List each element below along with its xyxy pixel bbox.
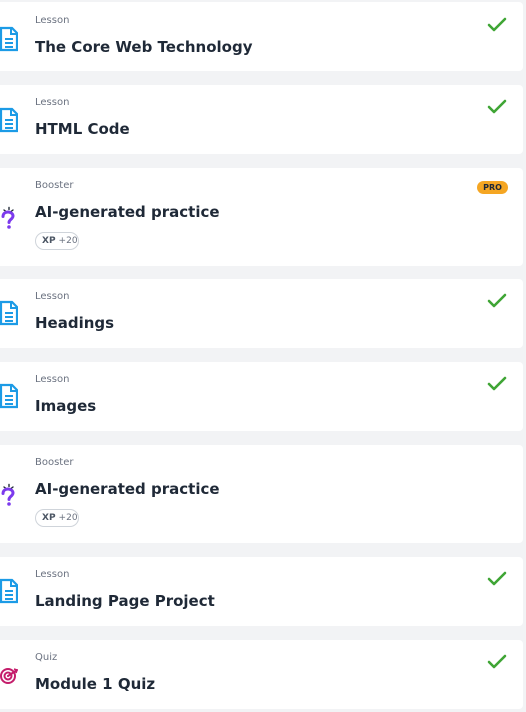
item-title: The Core Web Technology xyxy=(35,38,253,56)
xp-label: XP xyxy=(42,513,56,523)
item-title: AI-generated practice xyxy=(35,480,220,498)
course-module-list: Lesson The Core Web Technology Lesson HT… xyxy=(0,0,526,712)
completed-check-icon xyxy=(487,99,507,115)
list-item-booster[interactable]: Booster AI-generated practice XP +20 xyxy=(0,445,523,543)
lesson-doc-icon xyxy=(0,300,18,326)
item-type-label: Lesson xyxy=(35,97,70,108)
completed-check-icon xyxy=(487,376,507,392)
xp-value: +20 xyxy=(58,513,78,523)
item-title: HTML Code xyxy=(35,120,130,138)
list-item-lesson[interactable]: Lesson Headings xyxy=(0,279,523,348)
completed-check-icon xyxy=(487,17,507,33)
list-item-lesson[interactable]: Lesson Landing Page Project xyxy=(0,557,523,626)
completed-check-icon xyxy=(487,571,507,587)
pro-badge: PRO xyxy=(477,181,508,194)
item-type-label: Quiz xyxy=(35,652,58,663)
item-title: Landing Page Project xyxy=(35,592,215,610)
question-mark-icon xyxy=(0,204,18,230)
target-icon xyxy=(0,664,20,686)
list-item-lesson[interactable]: Lesson The Core Web Technology xyxy=(0,2,523,71)
item-title: Headings xyxy=(35,314,115,332)
item-type-label: Booster xyxy=(35,180,74,191)
xp-reward-pill: XP +20 xyxy=(35,509,79,527)
list-item-booster[interactable]: Booster AI-generated practice PRO XP +20 xyxy=(0,168,523,266)
item-type-label: Lesson xyxy=(35,374,70,385)
item-title: Module 1 Quiz xyxy=(35,675,156,693)
item-type-label: Lesson xyxy=(35,569,70,580)
list-item-lesson[interactable]: Lesson HTML Code xyxy=(0,85,523,154)
xp-label: XP xyxy=(42,236,56,246)
lesson-doc-icon xyxy=(0,26,18,52)
completed-check-icon xyxy=(487,293,507,309)
item-title: AI-generated practice xyxy=(35,203,220,221)
lesson-doc-icon xyxy=(0,107,18,133)
item-type-label: Lesson xyxy=(35,15,70,26)
item-title: Images xyxy=(35,397,97,415)
list-item-lesson[interactable]: Lesson Images xyxy=(0,362,523,431)
item-type-label: Lesson xyxy=(35,291,70,302)
lesson-doc-icon xyxy=(0,578,18,604)
list-item-quiz[interactable]: Quiz Module 1 Quiz xyxy=(0,640,523,709)
lesson-doc-icon xyxy=(0,383,18,409)
xp-value: +20 xyxy=(58,236,78,246)
item-type-label: Booster xyxy=(35,457,74,468)
completed-check-icon xyxy=(487,654,507,670)
xp-reward-pill: XP +20 xyxy=(35,232,79,250)
question-mark-icon xyxy=(0,481,18,507)
